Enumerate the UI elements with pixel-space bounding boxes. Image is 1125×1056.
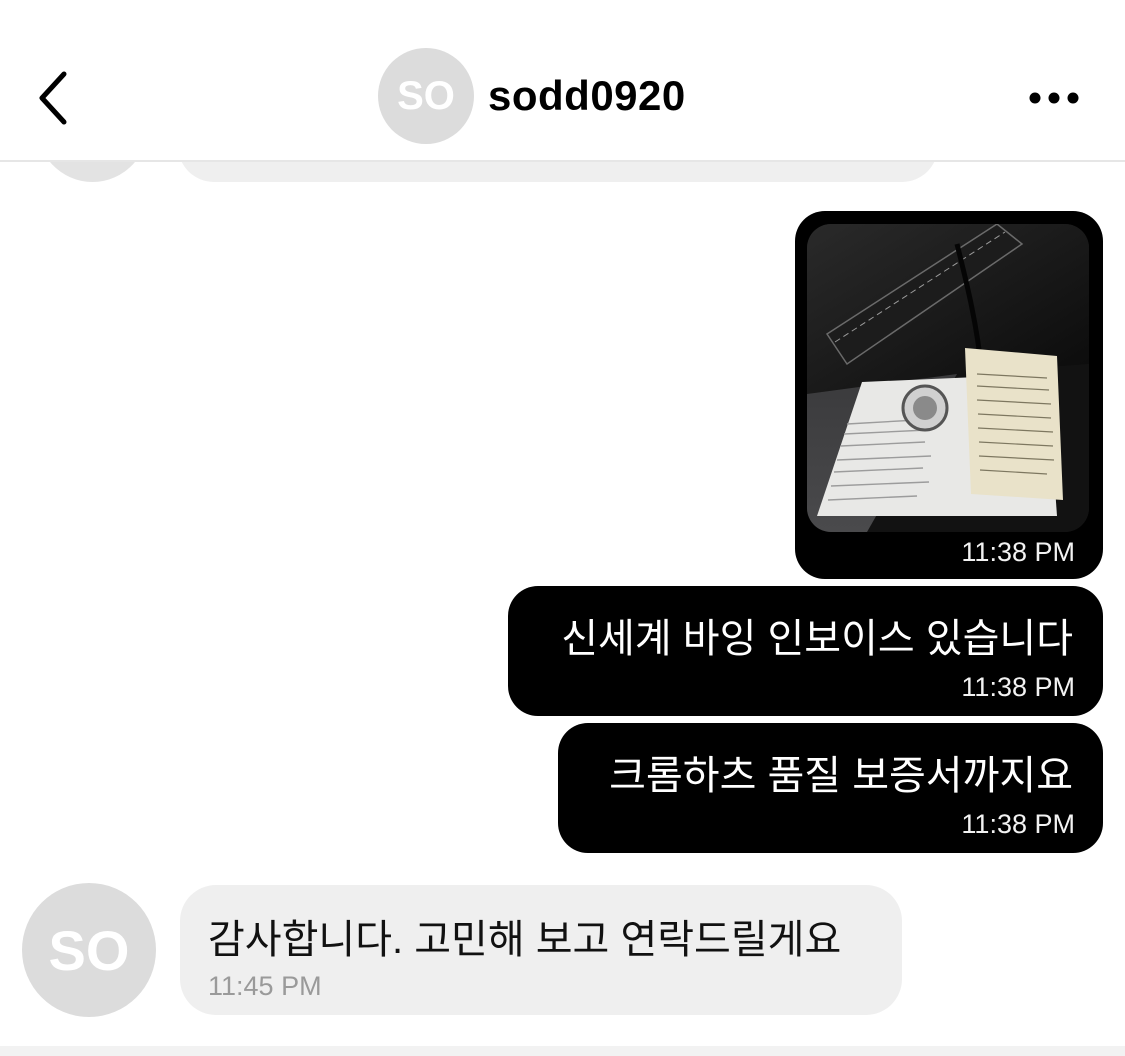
message-time: 11:45 PM [208, 971, 322, 1001]
outgoing-image-message[interactable]: 11:38 PM [795, 211, 1103, 579]
photo-chrome-hearts-certificate [807, 224, 1089, 532]
chevron-left-icon [39, 71, 67, 125]
message-text: 감사합니다. 고민해 보고 연락드릴게요 [208, 918, 842, 962]
chat-header: SO sodd0920 [0, 0, 1125, 162]
message-time: 11:38 PM [961, 537, 1075, 567]
back-button[interactable] [30, 68, 80, 128]
message-text: 크롬하츠 품질 보증서까지요 [609, 754, 1073, 798]
composer-edge [0, 1046, 1125, 1056]
sender-avatar[interactable]: SO [22, 883, 156, 1017]
incoming-text-message[interactable]: 감사합니다. 고민해 보고 연락드릴게요 11:45 PM [180, 885, 902, 1015]
outgoing-text-message[interactable]: 신세계 바잉 인보이스 있습니다 11:38 PM [508, 586, 1103, 716]
chat-username[interactable]: sodd0920 [488, 72, 686, 120]
message-photo[interactable] [807, 224, 1089, 532]
more-options-button[interactable] [1025, 84, 1085, 112]
more-horizontal-icon [1029, 92, 1079, 104]
message-time: 11:38 PM [961, 809, 1075, 839]
avatar-initials: SO [48, 918, 130, 982]
outgoing-text-message[interactable]: 크롬하츠 품질 보증서까지요 11:38 PM [558, 723, 1103, 853]
header-avatar[interactable]: SO [378, 48, 474, 144]
message-text: 신세계 바잉 인보이스 있습니다 [561, 617, 1073, 661]
avatar-initials: SO [397, 73, 455, 118]
message-time: 11:38 PM [961, 672, 1075, 702]
